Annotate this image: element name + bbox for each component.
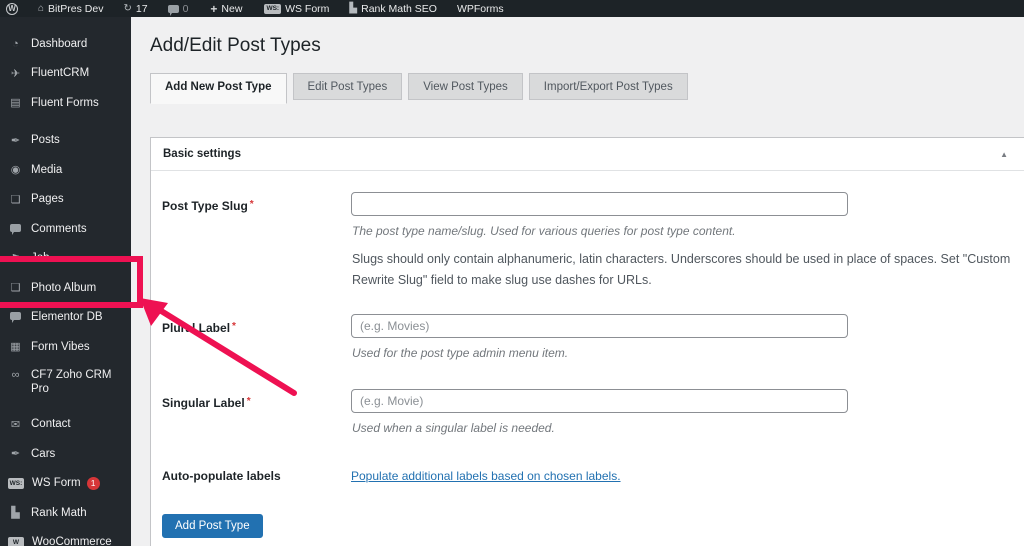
updates-menu[interactable]: ↻ 17 (111, 0, 155, 17)
panel-header: Basic settings ▲ (151, 138, 1024, 171)
sidebar-item-job[interactable]: ⚑ Job (0, 244, 131, 274)
sidebar-item-cars[interactable]: ✒ Cars (0, 439, 131, 469)
fluent-forms-icon: ▤ (10, 97, 21, 110)
photo-album-icon: ❑ (10, 282, 21, 295)
required-asterisk: * (232, 321, 236, 332)
tab-view-post-types[interactable]: View Post Types (408, 73, 523, 100)
sidebar-item-photo-album[interactable]: ❑ Photo Album (0, 273, 131, 303)
add-post-type-button[interactable]: Add Post Type (162, 514, 263, 538)
sidebar-item-ws-form[interactable]: WS: WS Form 1 (0, 469, 131, 499)
updates-icon: ↻ (123, 3, 132, 14)
ws-form-menu[interactable]: WS: WS Form (250, 0, 337, 17)
megaphone-icon: ⚑ (10, 252, 21, 265)
admin-menu: ◔ Dashboard ✈ FluentCRM ▤ Fluent Forms ✒… (0, 29, 131, 546)
collapse-toggle-icon[interactable]: ▲ (996, 146, 1012, 163)
tab-bar: Add New Post Type Edit Post Types View P… (150, 73, 688, 104)
rank-math-seo-menu[interactable]: ▙ Rank Math SEO (337, 0, 445, 17)
page-title: Add/Edit Post Types (150, 35, 321, 56)
sidebar-item-fluentcrm[interactable]: ✈ FluentCRM (0, 59, 131, 89)
sidebar-item-rank-math[interactable]: ▙ Rank Math (0, 498, 131, 528)
fluentcrm-icon: ✈ (10, 67, 21, 80)
populate-labels-link[interactable]: Populate additional labels based on chos… (351, 469, 621, 483)
ws-form-logo-icon: WS: (8, 477, 24, 489)
sidebar-item-cf7-zoho-crm-pro[interactable]: ∞ CF7 Zoho CRM Pro (0, 362, 131, 410)
plural-label-label: Plural Label * (162, 321, 236, 335)
form-vibes-icon: ▦ (10, 341, 21, 354)
ws-form-logo-icon: WS: (264, 3, 282, 14)
updates-count: 17 (135, 2, 148, 15)
ws-form-label: WS Form (285, 2, 330, 15)
wpforms-label: WPForms (456, 2, 504, 15)
tab-import-export-post-types[interactable]: Import/Export Post Types (528, 73, 688, 100)
main-content: Add/Edit Post Types Add New Post Type Ed… (131, 17, 1024, 546)
dashboard-icon: ◔ (12, 37, 19, 50)
sidebar-item-dashboard[interactable]: ◔ Dashboard (0, 29, 131, 59)
singular-label-help: Used when a singular label is needed. (352, 421, 555, 435)
plural-label-help: Used for the post type admin menu item. (352, 346, 569, 360)
notification-badge: 1 (86, 476, 100, 490)
post-type-slug-help: The post type name/slug. Used for variou… (352, 224, 736, 238)
singular-label-label: Singular Label * (162, 396, 251, 410)
comments-menu[interactable]: 0 (156, 0, 197, 17)
comments-count: 0 (182, 2, 189, 15)
sidebar-item-woocommerce[interactable]: W WooCommerce (0, 528, 131, 546)
post-type-slug-description: Slugs should only contain alphanumeric, … (352, 252, 1011, 287)
sidebar-item-elementor-db[interactable]: Elementor DB (0, 303, 131, 333)
tab-edit-post-types[interactable]: Edit Post Types (292, 73, 403, 100)
home-icon: ⌂ (38, 3, 45, 14)
sidebar-item-posts[interactable]: ✒ Posts (0, 126, 131, 156)
wpforms-menu[interactable]: WPForms (445, 0, 512, 17)
pushpin-icon: ✒ (10, 448, 21, 461)
basic-settings-panel: Basic settings ▲ Post Type Slug * The pos… (150, 137, 1024, 546)
panel-title: Basic settings (163, 148, 241, 160)
sidebar-item-form-vibes[interactable]: ▦ Form Vibes (0, 332, 131, 362)
required-asterisk: * (249, 199, 254, 210)
sidebar-item-fluent-forms[interactable]: ▤ Fluent Forms (0, 88, 131, 118)
wordpress-logo-icon: W (6, 2, 18, 15)
pages-icon: ❏ (10, 193, 21, 206)
singular-label-input[interactable] (351, 389, 848, 413)
woocommerce-icon: W (8, 536, 24, 546)
comment-bubble-icon (167, 4, 179, 16)
site-name-menu[interactable]: ⌂ BitPres Dev (26, 0, 111, 17)
auto-populate-labels-label: Auto-populate labels (162, 469, 281, 483)
envelope-icon: ✉ (10, 418, 21, 431)
wp-logo-menu[interactable]: W (0, 0, 26, 17)
post-type-slug-input[interactable] (351, 192, 848, 216)
sidebar-item-pages[interactable]: ❏ Pages (0, 185, 131, 215)
bar-chart-icon: ▙ (11, 507, 20, 520)
new-content-menu[interactable]: + New (196, 0, 250, 17)
plural-label-input[interactable] (351, 314, 848, 338)
sidebar-item-comments[interactable]: Comments (0, 214, 131, 244)
linked-rings-icon: ∞ (11, 368, 20, 381)
admin-sidebar: ◔ Dashboard ✈ FluentCRM ▤ Fluent Forms ✒… (0, 17, 131, 546)
required-asterisk: * (246, 396, 251, 407)
speech-bubble-icon (8, 311, 23, 324)
rank-math-seo-label: Rank Math SEO (361, 2, 437, 15)
site-name-label: BitPres Dev (48, 2, 104, 15)
tab-add-new-post-type[interactable]: Add New Post Type (150, 73, 287, 104)
admin-bar: W ⌂ BitPres Dev ↻ 17 0 + New WS: WS Form… (0, 0, 1024, 17)
camera-icon: ◉ (10, 164, 21, 177)
post-type-slug-label: Post Type Slug * (162, 199, 254, 213)
sidebar-item-contact[interactable]: ✉ Contact (0, 410, 131, 440)
pushpin-icon: ✒ (10, 134, 21, 147)
new-label: New (221, 2, 243, 15)
comment-bubble-icon (8, 223, 23, 235)
plus-icon: + (210, 1, 218, 16)
bar-chart-icon: ▙ (349, 3, 358, 14)
menu-separator (0, 118, 131, 126)
sidebar-item-media[interactable]: ◉ Media (0, 155, 131, 185)
